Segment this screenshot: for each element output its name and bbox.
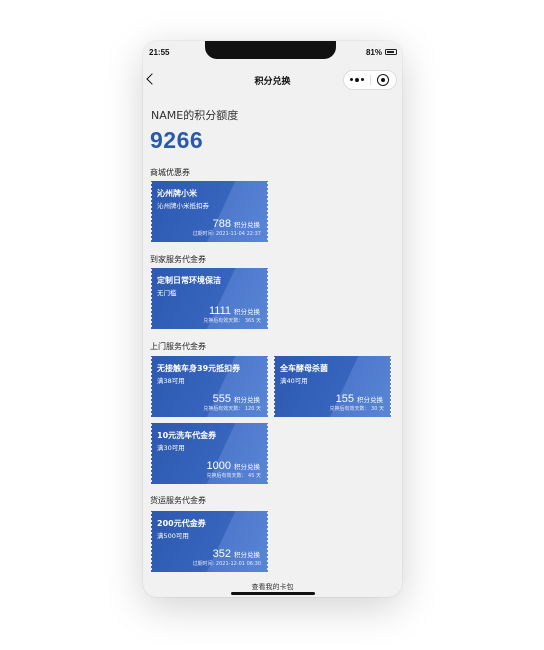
phone-frame: 21:55 81% 积分兑换 NAME的积分额度 9266 商城优惠券 沁州牌小…	[143, 41, 402, 597]
section-title-mall: 商城优惠券	[150, 168, 190, 177]
coupon-points: 788 积分兑换	[213, 212, 260, 231]
coupon-points: 1111 积分兑换	[209, 299, 260, 318]
coupon-condition: 满38可用	[157, 377, 185, 385]
coupon-points-value: 155	[335, 393, 354, 405]
coupon-name: 全车酵母杀菌	[280, 364, 328, 373]
coupon-condition: 满30可用	[157, 444, 185, 452]
coupon-points: 555 积分兑换	[213, 387, 260, 406]
coupon-points-value: 555	[212, 393, 231, 405]
battery-icon	[385, 49, 397, 55]
status-bar: 21:55 81%	[143, 41, 402, 63]
navigation-bar: 积分兑换	[143, 69, 402, 93]
points-balance: 9266	[150, 127, 204, 153]
coupon-points-value: 1000	[206, 460, 231, 472]
coupon-condition: 无门槛	[157, 289, 177, 297]
close-mini-program-icon[interactable]	[377, 74, 389, 86]
more-options-icon[interactable]	[350, 77, 364, 82]
section-title-freight-service: 货运服务代金券	[150, 496, 206, 505]
coupon-points: 155 积分兑换	[336, 387, 383, 406]
battery-level: 81%	[365, 48, 382, 57]
coupon-points-unit: 积分兑换	[234, 221, 260, 229]
coupon-points-unit: 积分兑换	[234, 308, 260, 316]
coupon-condition: 沁州牌小米抵扣券	[157, 202, 209, 210]
coupon-points-unit: 积分兑换	[234, 551, 260, 559]
coupon-name: 沁州牌小米	[157, 189, 197, 198]
coupon-card[interactable]: 200元代金券 满500可用 352 积分兑换 过期时间: 2021-12-01 …	[151, 511, 268, 572]
coupon-name: 200元代金券	[157, 519, 206, 528]
coupon-points: 1000 积分兑换	[207, 454, 260, 473]
status-time: 21:55	[149, 48, 170, 57]
coupon-expiry: 过期时间: 2021-12-01 06:30	[192, 561, 261, 567]
points-label: NAME的积分额度	[151, 109, 239, 122]
home-indicator[interactable]	[231, 592, 315, 595]
coupon-points-value: 352	[212, 548, 231, 560]
capsule-divider	[370, 75, 371, 85]
mini-program-capsule	[343, 70, 397, 90]
coupon-validity: 兑换后有效天数： 365 天	[203, 318, 261, 324]
section-title-home-service: 到家服务代金券	[150, 255, 206, 264]
coupon-card[interactable]: 定制日常环境保洁 无门槛 1111 积分兑换 兑换后有效天数： 365 天	[151, 268, 268, 329]
coupon-validity: 兑换后有效天数： 45 天	[206, 473, 261, 479]
coupon-validity: 兑换后有效天数： 30 天	[329, 406, 384, 412]
coupon-card[interactable]: 全车酵母杀菌 满40可用 155 积分兑换 兑换后有效天数： 30 天	[274, 356, 391, 417]
coupon-card[interactable]: 10元洗车代金券 满30可用 1000 积分兑换 兑换后有效天数： 45 天	[151, 423, 268, 484]
view-my-card-pack-link[interactable]: 查看我的卡包	[143, 582, 402, 592]
coupon-name: 10元洗车代金券	[157, 431, 217, 440]
coupon-points-unit: 积分兑换	[357, 396, 383, 404]
coupon-name: 无接触车身39元抵扣券	[157, 364, 241, 373]
coupon-points-value: 788	[212, 218, 231, 230]
coupon-card[interactable]: 无接触车身39元抵扣券 满38可用 555 积分兑换 兑换后有效天数： 120 天	[151, 356, 268, 417]
coupon-condition: 满500可用	[157, 532, 189, 540]
section-title-onsite-service: 上门服务代金券	[150, 342, 206, 351]
coupon-points-value: 1111	[208, 305, 231, 317]
coupon-points-unit: 积分兑换	[234, 463, 260, 471]
coupon-points: 352 积分兑换	[213, 542, 260, 561]
coupon-condition: 满40可用	[280, 377, 308, 385]
coupon-points-unit: 积分兑换	[234, 396, 260, 404]
coupon-expiry: 过期时间: 2021-11-04 22:37	[192, 231, 261, 237]
coupon-card[interactable]: 沁州牌小米 沁州牌小米抵扣券 788 积分兑换 过期时间: 2021-11-04 …	[151, 181, 268, 242]
coupon-name: 定制日常环境保洁	[157, 276, 221, 285]
coupon-validity: 兑换后有效天数： 120 天	[203, 406, 261, 412]
